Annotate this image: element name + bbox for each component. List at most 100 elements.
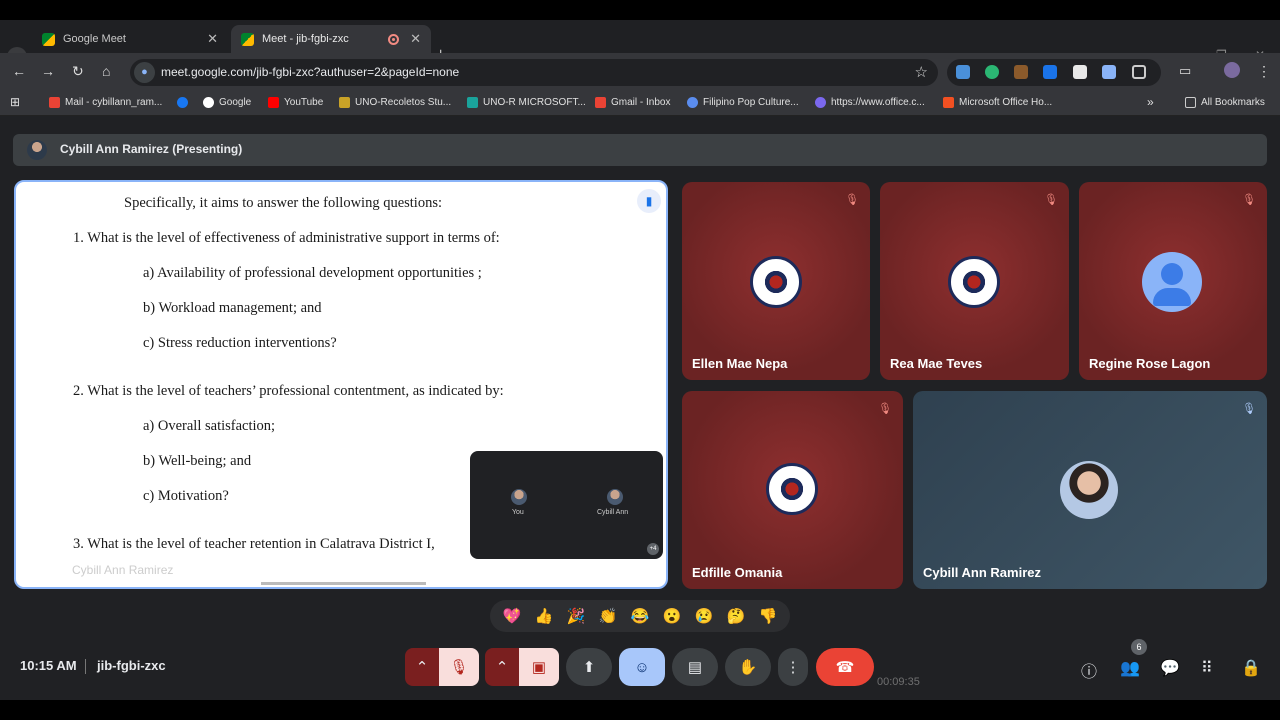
people-icon[interactable]: 👥	[1120, 658, 1140, 678]
address-bar[interactable]: ● meet.google.com/jib-fgbi-zxc?authuser=…	[130, 59, 938, 86]
screen-top-edge	[0, 0, 1280, 20]
bookmark-star-icon[interactable]: ☆	[915, 63, 928, 81]
school-seal-avatar	[766, 463, 818, 515]
url-text[interactable]: meet.google.com/jib-fgbi-zxc?authuser=2&…	[161, 65, 459, 79]
captions-button[interactable]: ▤	[672, 648, 718, 686]
extension-icon[interactable]	[1102, 65, 1116, 79]
presenting-label: Cybill Ann Ramirez (Presenting)	[60, 142, 243, 156]
tab-bar: ▼ Google Meet ✕ Meet - jib-fgbi-zxc ✕ + …	[0, 20, 1280, 67]
pip-label: Cybill Ann	[597, 509, 629, 516]
recording-indicator-icon	[388, 33, 399, 45]
browser-menu-icon[interactable]: ⋮	[1257, 63, 1271, 80]
camera-off-button[interactable]: ▣	[519, 648, 559, 686]
extensions-puzzle-icon[interactable]	[1132, 65, 1146, 79]
meet-favicon	[241, 32, 254, 46]
reaction-party[interactable]: 🎉	[567, 607, 586, 625]
video-options-button[interactable]: ⌃	[485, 648, 519, 686]
reaction-laugh[interactable]: 😂	[631, 607, 650, 625]
bookmark-item[interactable]: YouTube	[268, 97, 323, 108]
slide-line: c) Stress reduction interventions?	[143, 335, 337, 351]
bookmark-item[interactable]: UNO-R MICROSOFT...	[467, 97, 586, 108]
reaction-thumbs-down[interactable]: 👎	[759, 607, 778, 625]
bookmark-item[interactable]: Google	[203, 97, 251, 108]
participant-tile[interactable]: 🎙 Ellen Mae Nepa	[682, 182, 870, 380]
reaction-clap[interactable]: 👏	[599, 607, 618, 625]
host-controls-lock-icon[interactable]: 🔒	[1241, 658, 1261, 678]
chat-icon[interactable]: 💬	[1160, 658, 1180, 678]
participant-tile[interactable]: 🎙 Regine Rose Lagon	[1079, 182, 1267, 380]
tab-google-meet[interactable]: Google Meet ✕	[32, 25, 228, 53]
mic-off-button[interactable]: 🎙	[439, 648, 479, 686]
audio-activity-icon: ▮	[637, 189, 661, 213]
reaction-heart[interactable]: 💖	[503, 607, 522, 625]
bookmark-item[interactable]: https://www.office.c...	[815, 97, 925, 108]
tab-close-icon[interactable]: ✕	[207, 31, 218, 47]
bookmark-item[interactable]: Mail - cybillann_ram...	[49, 97, 162, 108]
leave-call-button[interactable]: ☎	[816, 648, 874, 686]
school-seal-avatar	[750, 256, 802, 308]
extension-icon[interactable]	[1014, 65, 1028, 79]
tab-close-icon[interactable]: ✕	[410, 31, 421, 47]
participant-name: Edfille Omania	[692, 565, 783, 580]
profile-avatar[interactable]	[1224, 62, 1240, 78]
extension-icon[interactable]	[985, 65, 999, 79]
tab-meet-call[interactable]: Meet - jib-fgbi-zxc ✕	[231, 25, 431, 53]
participant-tile[interactable]: 🎙 Cybill Ann Ramirez	[913, 391, 1267, 589]
reaction-thumbs-up[interactable]: 👍	[535, 607, 554, 625]
audio-options-button[interactable]: ⌃	[405, 648, 439, 686]
avatar	[511, 489, 527, 505]
reaction-thinking[interactable]: 🤔	[727, 607, 746, 625]
activities-grid-icon[interactable]: ⠿	[1201, 658, 1213, 678]
meeting-time: 10:15 AM	[20, 658, 77, 673]
site-info-icon[interactable]: ●	[134, 62, 155, 83]
participant-tile[interactable]: 🎙 Rea Mae Teves	[880, 182, 1069, 380]
extension-icon[interactable]	[1043, 65, 1057, 79]
mic-off-icon: 🎙	[1044, 194, 1058, 206]
more-bookmarks-icon[interactable]: »	[1147, 95, 1154, 109]
extension-icon[interactable]	[956, 65, 970, 79]
participant-tile[interactable]: 🎙 Edfille Omania	[682, 391, 903, 589]
reaction-sad[interactable]: 😢	[695, 607, 714, 625]
presentation-slide[interactable]: Specifically, it aims to answer the foll…	[14, 180, 668, 589]
bookmark-item[interactable]: Mail - cybillann_ram...	[177, 97, 193, 108]
bookmark-item[interactable]: Gmail - Inbox	[595, 97, 670, 108]
slide-scrollbar[interactable]	[261, 582, 426, 585]
bookmark-item[interactable]: Filipino Pop Culture...	[687, 97, 799, 108]
reactions-bar: 💖 👍 🎉 👏 😂 😮 😢 🤔 👎	[490, 600, 790, 632]
back-icon[interactable]: ←	[12, 63, 26, 79]
slide-owner-overlay: Cybill Ann Ramirez	[72, 563, 174, 577]
more-options-button[interactable]: ⋮	[778, 648, 808, 686]
participant-name: Cybill Ann Ramirez	[923, 565, 1041, 580]
self-preview-overlay[interactable]: You Cybill Ann +4	[470, 451, 663, 559]
avatar	[1060, 461, 1118, 519]
bookmark-item[interactable]: UNO-Recoletos Stu...	[339, 97, 451, 108]
cast-icon[interactable]: ▭	[1179, 63, 1191, 79]
reload-icon[interactable]: ↻	[72, 63, 84, 80]
extensions-area	[947, 59, 1161, 86]
apps-grid-icon[interactable]: ⊞	[10, 95, 20, 109]
emoji-reactions-button[interactable]: ☺	[619, 648, 665, 686]
slide-line: 2. What is the level of teachers’ profes…	[73, 383, 504, 399]
reaction-surprised[interactable]: 😮	[663, 607, 682, 625]
recording-timer-ghost: 00:09:35	[877, 676, 920, 688]
bookmark-item[interactable]: Microsoft Office Ho...	[943, 97, 1052, 108]
bookmarks-bar: ⊞ Mail - cybillann_ram... Mail - cybilla…	[0, 91, 1280, 116]
home-icon[interactable]: ⌂	[102, 63, 110, 79]
more-participants-badge: +4	[647, 543, 659, 555]
meeting-code: jib-fgbi-zxc	[97, 658, 166, 673]
slide-line: 1. What is the level of effectiveness of…	[73, 230, 500, 246]
tab-title: Meet - jib-fgbi-zxc	[262, 33, 349, 45]
mic-off-icon: 🎙	[878, 403, 892, 415]
divider	[85, 659, 86, 674]
raise-hand-button[interactable]: ✋	[725, 648, 771, 686]
presenting-bar: Cybill Ann Ramirez (Presenting)	[13, 134, 1267, 166]
default-avatar-icon	[1142, 252, 1202, 312]
slide-line: b) Well-being; and	[143, 453, 252, 469]
extension-icon[interactable]	[1073, 65, 1087, 79]
present-screen-button[interactable]: ⬆	[566, 648, 612, 686]
forward-icon[interactable]: →	[41, 63, 55, 79]
all-bookmarks[interactable]: All Bookmarks	[1185, 97, 1265, 108]
meet-favicon	[42, 32, 55, 46]
mic-off-icon: 🎙	[845, 194, 859, 206]
meeting-info-icon[interactable]: ⓘ	[1081, 658, 1097, 682]
